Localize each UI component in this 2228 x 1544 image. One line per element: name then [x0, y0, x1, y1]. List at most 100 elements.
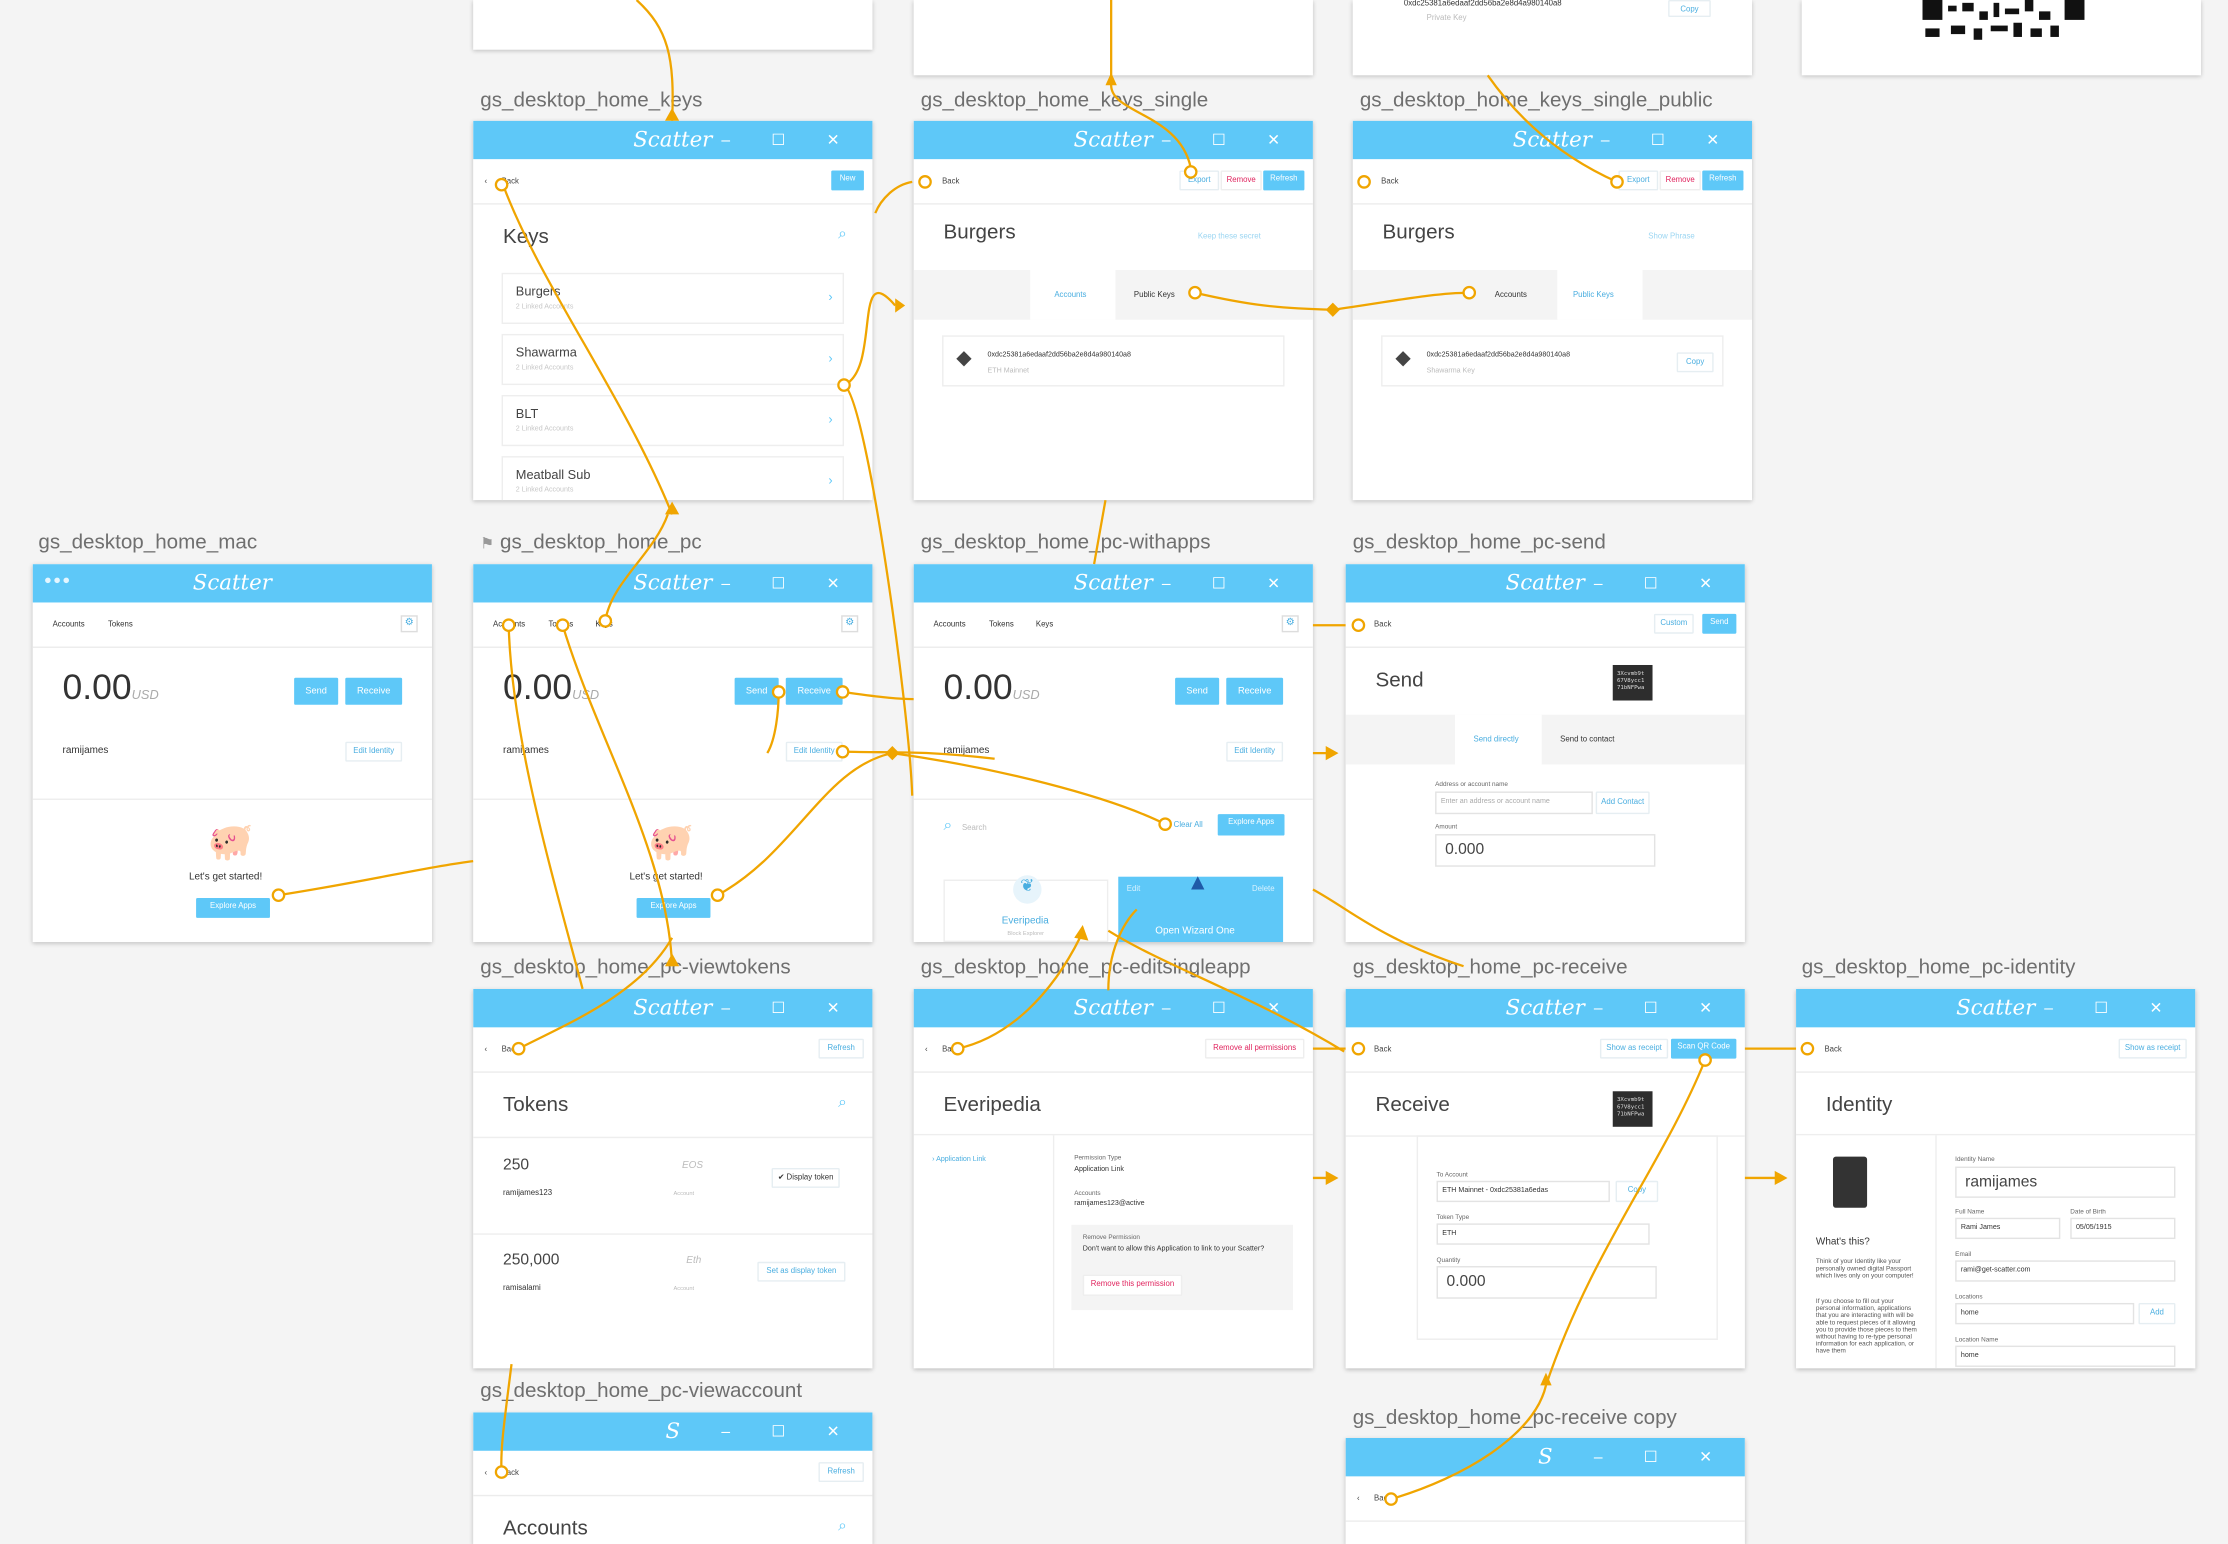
remove-button[interactable]: Remove [1220, 170, 1262, 191]
chevron-left-icon[interactable]: ‹ [485, 1046, 488, 1055]
back-link[interactable]: Back [942, 1046, 959, 1055]
window-controls[interactable]: – ☐ ✕ [1162, 131, 1299, 149]
tab-public-keys[interactable]: Public Keys [1573, 291, 1614, 300]
list-item[interactable]: BLT 2 Linked Accounts › [501, 395, 845, 447]
key-row[interactable]: ◆ 0xdc25381a6edaaf2dd56ba2e8d4a980140a8 … [1381, 335, 1724, 387]
tab-tokens[interactable]: Tokens [548, 621, 573, 630]
window-controls[interactable]: – ☐ ✕ [721, 999, 858, 1017]
dob-input[interactable]: 05/05/1915 [2070, 1217, 2176, 1240]
app-card-everipedia[interactable]: ❦ Everipedia Block Explorer [943, 875, 1109, 943]
back-link[interactable]: Back [942, 178, 959, 187]
show-receipt-button[interactable]: Show as receipt [2118, 1038, 2187, 1059]
clear-all-link[interactable]: Clear All [1174, 821, 1203, 830]
send-button[interactable]: Send [294, 677, 339, 705]
list-item[interactable]: Burgers 2 Linked Accounts › [501, 272, 845, 324]
remove-all-permissions-button[interactable]: Remove all permissions [1204, 1038, 1305, 1059]
new-button[interactable]: New [831, 170, 864, 191]
tab-accounts[interactable]: Accounts [493, 621, 525, 630]
back-link[interactable]: Back [502, 1469, 519, 1478]
set-display-token-button[interactable]: Set as display token [757, 1261, 846, 1282]
chevron-left-icon[interactable]: ‹ [485, 1469, 488, 1478]
display-token-toggle[interactable]: ✔ Display token [771, 1167, 840, 1188]
back-link[interactable]: Back [1381, 178, 1398, 187]
back-link[interactable]: Back [1374, 1046, 1391, 1055]
explore-apps-button[interactable]: Explore Apps [1217, 814, 1285, 836]
token-select[interactable]: ETH [1436, 1223, 1650, 1245]
chevron-left-icon[interactable]: ‹ [485, 178, 488, 187]
copy-button[interactable]: Copy [1676, 352, 1714, 373]
gear-icon[interactable]: ⚙ [841, 615, 859, 633]
to-account-select[interactable]: ETH Mainnet - 0xdc25381a6edas [1436, 1180, 1610, 1203]
amount-input[interactable]: 0.000 [1435, 834, 1656, 867]
search-icon[interactable]: ⌕ [838, 1094, 847, 1112]
tab-keys[interactable]: Keys [595, 621, 612, 630]
back-link[interactable]: Back [1374, 621, 1391, 630]
gear-icon[interactable]: ⚙ [400, 615, 418, 633]
address-input[interactable]: Enter an address or account name [1435, 791, 1593, 815]
back-link[interactable]: Back [1824, 1046, 1841, 1055]
tab-accounts[interactable]: Accounts [1495, 291, 1527, 300]
refresh-button[interactable]: Refresh [818, 1038, 864, 1059]
tab-send-directly[interactable]: Send directly [1473, 736, 1518, 745]
identity-name-input[interactable]: ramijames [1955, 1166, 2176, 1198]
search-icon[interactable]: ⌕ [943, 817, 952, 835]
remove-permission-button[interactable]: Remove this permission [1082, 1274, 1183, 1296]
list-item[interactable]: Meatball Sub 2 Linked Accounts › [501, 456, 845, 501]
window-controls[interactable]: – ☐ ✕ [1594, 574, 1731, 592]
send-button[interactable]: Send [734, 677, 779, 705]
window-controls[interactable]: – ☐ ✕ [721, 1422, 858, 1441]
window-controls[interactable]: – ☐ ✕ [1162, 574, 1299, 592]
explore-apps-button[interactable]: Explore Apps [636, 898, 711, 918]
location-select[interactable]: home [1955, 1302, 2135, 1325]
edit-identity-button[interactable]: Edit Identity [785, 741, 843, 762]
export-button[interactable]: Export [1618, 170, 1659, 191]
copy-button[interactable]: Copy [1615, 1180, 1659, 1203]
add-location-button[interactable]: Add [2138, 1302, 2176, 1325]
tab-accounts[interactable]: Accounts [1054, 291, 1086, 300]
edit-identity-button[interactable]: Edit Identity [345, 741, 403, 762]
tab-accounts[interactable]: Accounts [53, 621, 85, 630]
edit-identity-button[interactable]: Edit Identity [1226, 741, 1284, 762]
tab-keys[interactable]: Keys [1036, 621, 1053, 630]
send-button[interactable]: Send [1702, 613, 1737, 634]
email-input[interactable]: rami@get-scatter.com [1955, 1260, 2176, 1282]
sidebar-item-application-link[interactable]: › Application Link [932, 1155, 986, 1164]
window-controls[interactable]: – ☐ ✕ [721, 574, 858, 592]
tab-tokens[interactable]: Tokens [989, 621, 1014, 630]
export-button[interactable]: Export [1179, 170, 1220, 191]
add-contact-button[interactable]: Add Contact [1595, 791, 1650, 815]
back-link[interactable]: Back [502, 178, 519, 187]
list-item[interactable]: Shawarma 2 Linked Accounts › [501, 333, 845, 386]
copy-button[interactable]: Copy [1668, 0, 1711, 18]
window-controls[interactable]: – ☐ ✕ [1162, 999, 1299, 1017]
custom-button[interactable]: Custom [1653, 613, 1694, 634]
search-input[interactable]: Search [962, 824, 987, 833]
receive-button[interactable]: Receive [345, 677, 403, 705]
back-link[interactable]: Back [502, 1046, 519, 1055]
window-controls[interactable]: – ☐ ✕ [1601, 131, 1738, 149]
back-link[interactable]: Back [1374, 1495, 1391, 1504]
tab-public-keys[interactable]: Public Keys [1134, 291, 1175, 300]
app-card-wizard[interactable]: Edit Delete ▲ Open Wizard One [1118, 871, 1284, 943]
search-icon[interactable]: ⌕ [838, 1518, 847, 1536]
secret-hint[interactable]: Keep these secret [1198, 233, 1261, 242]
window-controls[interactable]: – ☐ ✕ [2044, 999, 2181, 1017]
remove-button[interactable]: Remove [1659, 170, 1701, 191]
show-phrase-hint[interactable]: Show Phrase [1648, 233, 1694, 242]
edit-link[interactable]: Edit [1127, 885, 1140, 894]
search-icon[interactable]: ⌕ [838, 226, 847, 244]
refresh-button[interactable]: Refresh [1263, 170, 1305, 191]
gear-icon[interactable]: ⚙ [1281, 615, 1299, 633]
location-name-input[interactable]: home [1955, 1345, 2176, 1367]
window-controls[interactable]: – ☐ ✕ [1594, 999, 1731, 1017]
tab-send-contact[interactable]: Send to contact [1560, 736, 1614, 745]
scan-qr-button[interactable]: Scan QR Code [1671, 1038, 1737, 1059]
full-name-input[interactable]: Rami James [1955, 1217, 2061, 1240]
chevron-left-icon[interactable]: ‹ [1357, 1495, 1360, 1504]
explore-apps-button[interactable]: Explore Apps [196, 898, 270, 918]
chevron-left-icon[interactable]: ‹ [925, 1046, 928, 1055]
tab-accounts[interactable]: Accounts [934, 621, 966, 630]
refresh-button[interactable]: Refresh [818, 1462, 864, 1483]
quantity-input[interactable]: 0.000 [1436, 1266, 1657, 1299]
receive-button[interactable]: Receive [1226, 677, 1284, 705]
